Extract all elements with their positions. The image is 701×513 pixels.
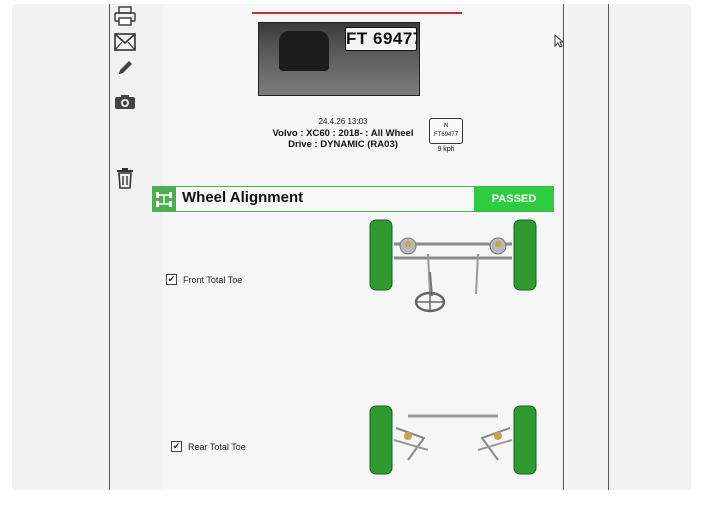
drive-mode: Drive : DYNAMIC (RA03) [288,139,398,150]
plate-number: FT69477 [433,132,458,138]
rear-toe-label: Rear Total Toe [188,441,246,452]
print-button[interactable] [108,4,142,28]
wheel-alignment-icon [152,187,176,211]
mouse-cursor-icon [554,34,564,48]
front-toe-label: Front Total Toe [183,274,243,285]
report-timestamp: 24.4.26 13:03 [318,117,368,126]
rear-toe-checkbox[interactable]: ✔ [171,441,182,452]
email-button[interactable] [108,30,142,54]
plate-country: N [443,123,449,129]
monitor-screen: FT 69477 24.4.26 13:03 Volvo : XC60 : 20… [12,4,691,490]
car-image [279,31,329,71]
front-right-tire [513,219,537,291]
vehicle-info: 24.4.26 13:03 Volvo : XC60 : 2018- : All… [258,117,428,150]
section-title: Wheel Alignment [182,189,304,206]
delete-button[interactable] [108,166,142,190]
front-toe-checkbox[interactable]: ✔ [166,274,177,285]
rear-right-tire [513,405,537,475]
camera-icon [115,95,135,109]
license-plate-photo: FT 69477 [345,27,417,51]
rear-axle-diagram [369,405,537,475]
status-badge: PASSED [474,187,554,211]
speed-readout: 9 kph [437,146,455,153]
vehicle-description: Volvo : XC60 : 2018- : All Wheel [272,128,414,139]
plate-badge: N FT69477 [429,118,463,144]
edit-button[interactable] [108,56,142,80]
wheel-alignment-section-header: Wheel Alignment PASSED [152,186,554,212]
pencil-icon [119,61,132,74]
rear-toe-check: ✔ Rear Total Toe [171,441,246,452]
divider-line [608,4,609,490]
front-axle-diagram [369,219,537,313]
front-toe-check: ✔ Front Total Toe [166,274,242,285]
vehicle-photo: FT 69477 [258,22,420,96]
trash-icon [117,168,133,189]
front-left-tire [369,219,393,291]
divider-line [563,4,564,490]
camera-button[interactable] [108,90,142,114]
printer-icon [114,6,136,26]
rear-left-tire [369,405,393,475]
envelope-icon [114,33,136,51]
header-rule [252,12,462,14]
